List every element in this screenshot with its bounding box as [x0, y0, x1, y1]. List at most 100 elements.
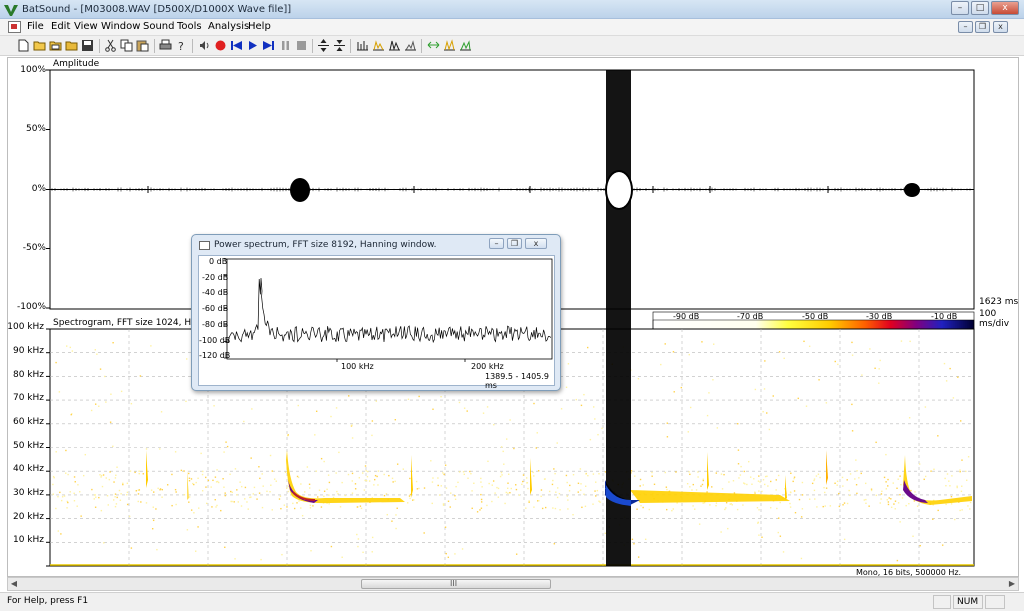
power-spectrum-window[interactable]: Power spectrum, FFT size 8192, Hanning w…: [191, 234, 561, 391]
open-icon[interactable]: [32, 38, 46, 53]
copy-icon[interactable]: [119, 38, 133, 53]
spectrogram-ytick: 60 kHz: [12, 417, 44, 427]
horizontal-scrollbar[interactable]: ◀ III ▶: [7, 577, 1019, 591]
menu-window[interactable]: Window: [101, 21, 140, 32]
ps-ytick: -120 dB: [199, 351, 231, 360]
status-help-text: For Help, press F1: [7, 596, 89, 606]
duration-label: 1623 ms: [979, 297, 1019, 307]
ps-ytick: -40 dB: [202, 288, 229, 297]
spectrogram-ytick: 70 kHz: [12, 393, 44, 403]
scroll-grip: III: [450, 579, 458, 588]
stop-icon[interactable]: [294, 38, 308, 53]
analysis-7-icon[interactable]: [458, 38, 472, 53]
scale-label: 100 ms/div: [979, 309, 1010, 329]
ps-ytick: -100 dB: [199, 336, 231, 345]
toolbar-separator: [312, 39, 313, 53]
scroll-thumb[interactable]: III: [361, 579, 551, 589]
power-spectrum-title: Power spectrum, FFT size 8192, Hanning w…: [214, 240, 437, 250]
batsound-logo-icon: [4, 5, 18, 16]
analysis-2-icon[interactable]: [371, 38, 385, 53]
mdi-restore-button[interactable]: ❐: [975, 21, 990, 33]
ps-ytick: 0 dB: [209, 257, 228, 266]
ps-ytick: -80 dB: [202, 320, 229, 329]
amplitude-ytick: 50%: [25, 124, 46, 134]
zoom-in-vertical-icon[interactable]: [316, 38, 330, 53]
rewind-icon[interactable]: [229, 38, 243, 53]
status-bar: For Help, press F1 NUM: [0, 592, 1024, 611]
svg-text:?: ?: [178, 40, 184, 52]
analysis-3-icon[interactable]: [387, 38, 401, 53]
cut-icon[interactable]: [103, 38, 117, 53]
new-icon[interactable]: [16, 38, 30, 53]
menu-analysis[interactable]: Analysis: [208, 21, 249, 32]
ps-close-button[interactable]: x: [525, 238, 547, 249]
toolbar-separator: [421, 39, 422, 53]
spectrogram-ytick: 30 kHz: [12, 488, 44, 498]
fast-forward-icon[interactable]: [261, 38, 275, 53]
spectrogram-ytick: 90 kHz: [12, 346, 44, 356]
toolbar-separator: [154, 39, 155, 53]
help-pointer-icon[interactable]: ?: [174, 38, 188, 53]
document-icon[interactable]: [8, 21, 21, 33]
pause-icon[interactable]: [278, 38, 292, 53]
scroll-right-arrow[interactable]: ▶: [1006, 578, 1018, 590]
menu-tools[interactable]: Tools: [177, 21, 202, 32]
zoom-out-vertical-icon[interactable]: [332, 38, 346, 53]
open-folder-icon[interactable]: [64, 38, 78, 53]
sound-format-info: Mono, 16 bits, 500000 Hz.: [856, 568, 962, 577]
ps-minimize-button[interactable]: –: [489, 238, 504, 249]
play-icon[interactable]: [245, 38, 259, 53]
minimize-button[interactable]: –: [951, 1, 969, 15]
analysis-5-icon[interactable]: [426, 38, 440, 53]
colorbar-label: -70 dB: [737, 312, 764, 321]
ps-ytick: -20 dB: [202, 273, 229, 282]
spectrogram-ytick: 80 kHz: [12, 370, 44, 380]
amplitude-ticks: [46, 69, 50, 309]
analysis-6-icon[interactable]: [442, 38, 456, 53]
menu-bar: File Edit View Window Sound Tools Analys…: [0, 19, 1024, 36]
scroll-left-arrow[interactable]: ◀: [8, 578, 20, 590]
menu-help[interactable]: Help: [248, 21, 271, 32]
ps-xtick: 100 kHz: [341, 362, 374, 371]
title-bar: BatSound - [M03008.WAV [D500X/D1000X Wav…: [0, 0, 1024, 19]
analysis-4-icon[interactable]: [403, 38, 417, 53]
amplitude-ytick: -50%: [22, 243, 46, 253]
spectrogram-ytick: 100 kHz: [7, 322, 44, 332]
amplitude-ytick: 0%: [31, 184, 46, 194]
colorbar: [652, 319, 975, 330]
open-multiple-icon[interactable]: [48, 38, 62, 53]
ps-time-range: 1389.5 - 1405.9 ms: [485, 372, 549, 390]
ps-frame: [226, 258, 553, 360]
toolbar: ?: [0, 36, 1024, 56]
ps-restore-button[interactable]: ❐: [507, 238, 522, 249]
menu-edit[interactable]: Edit: [51, 21, 70, 32]
menu-view[interactable]: View: [74, 21, 98, 32]
maximize-button[interactable]: □: [971, 1, 989, 15]
menu-sound[interactable]: Sound: [143, 21, 175, 32]
record-icon[interactable]: [213, 38, 227, 53]
paste-icon[interactable]: [135, 38, 149, 53]
mdi-close-button[interactable]: x: [993, 21, 1008, 33]
colorbar-label: -30 dB: [866, 312, 893, 321]
close-button[interactable]: x: [991, 1, 1019, 15]
colorbar-label: -50 dB: [802, 312, 829, 321]
amplitude-ytick: 100%: [20, 65, 46, 75]
colorbar-label: -10 dB: [931, 312, 958, 321]
ps-xtick: 200 kHz: [471, 362, 504, 371]
save-icon[interactable]: [80, 38, 94, 53]
mdi-minimize-button[interactable]: –: [958, 21, 973, 33]
spectrogram-ytick: 10 kHz: [12, 535, 44, 545]
amplitude-burst: [904, 183, 920, 197]
power-spectrum-plot-area: 0 dB -20 dB -40 dB -60 dB -80 dB -100 dB…: [198, 255, 555, 390]
menu-file[interactable]: File: [27, 21, 44, 32]
print-icon[interactable]: [158, 38, 172, 53]
selection-waveform: [607, 172, 631, 208]
analysis-1-icon[interactable]: [355, 38, 369, 53]
speaker-icon[interactable]: [197, 38, 211, 53]
window-icon: [199, 241, 210, 250]
window-title: BatSound - [M03008.WAV [D500X/D1000X Wav…: [22, 4, 292, 15]
status-pane: [933, 595, 951, 609]
status-pane: [985, 595, 1005, 609]
toolbar-separator: [350, 39, 351, 53]
toolbar-separator: [192, 39, 193, 53]
